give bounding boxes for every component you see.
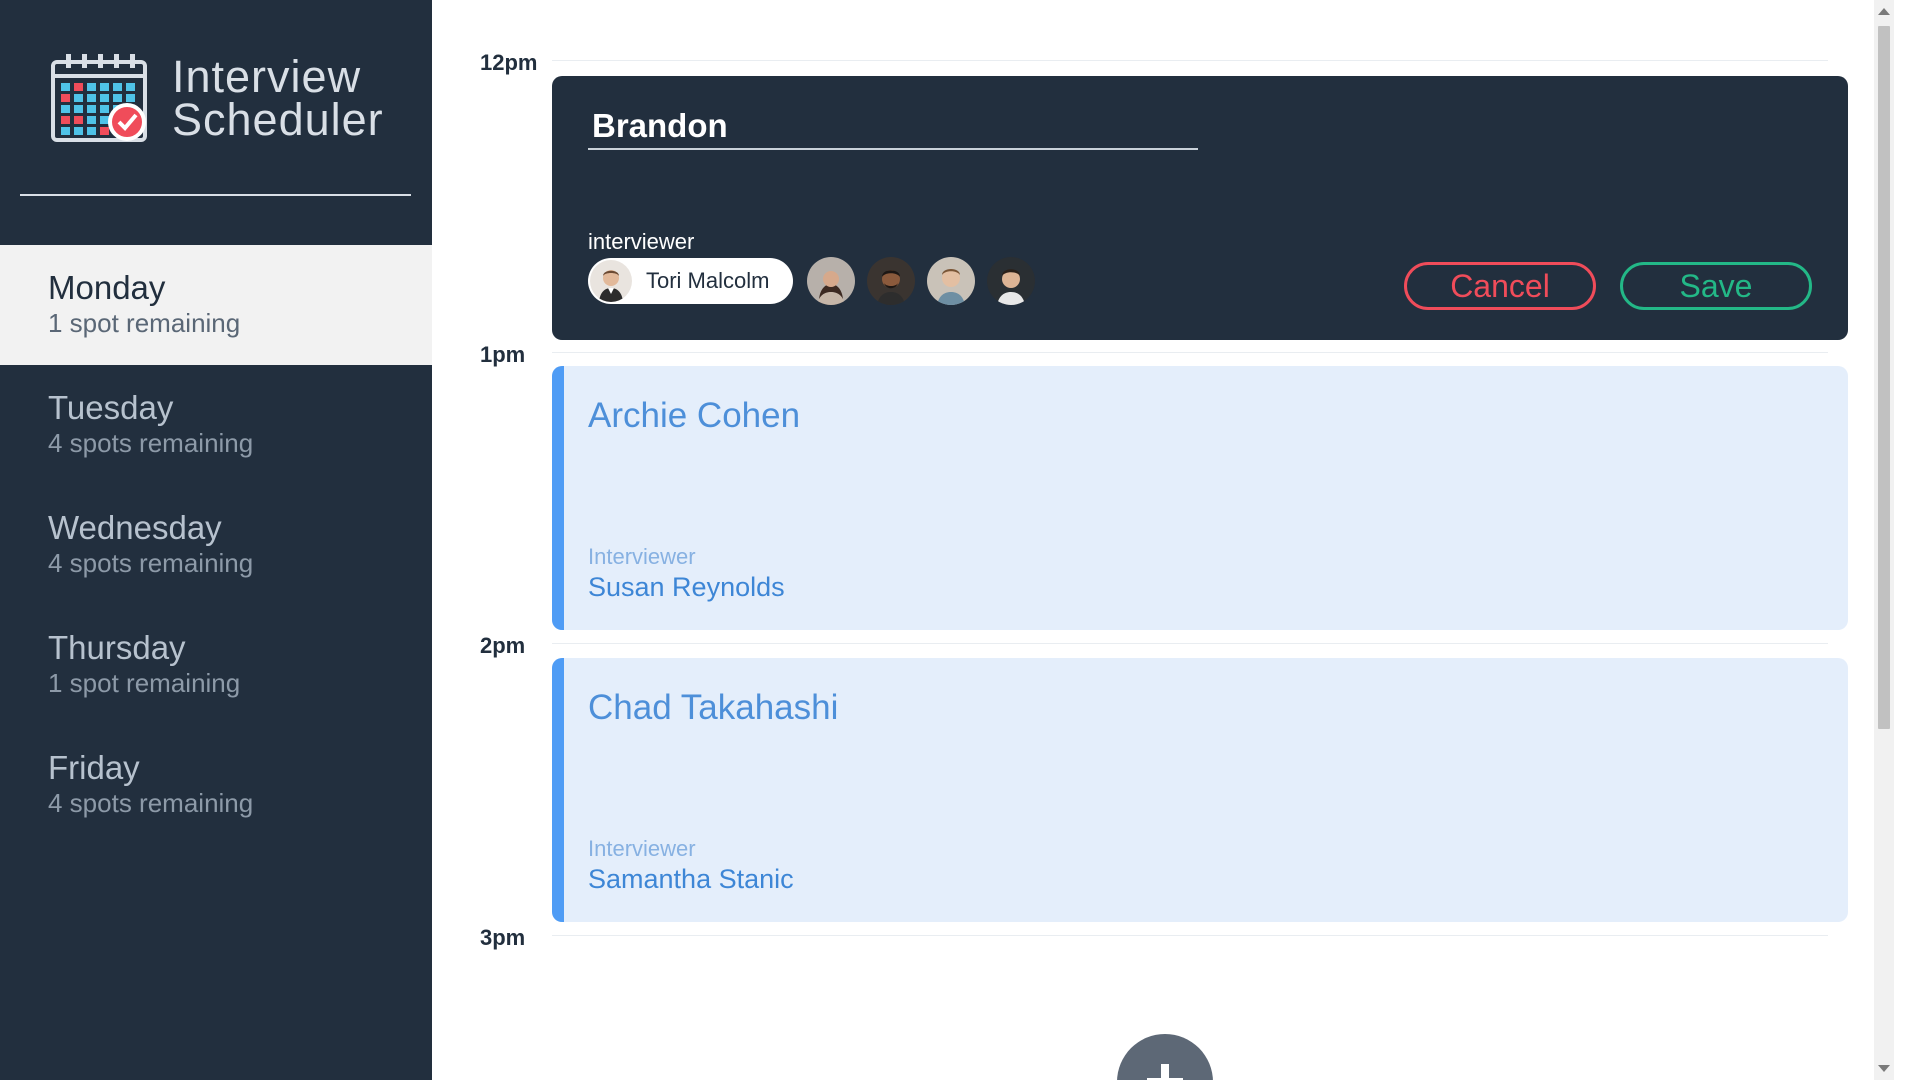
brand: Interview Scheduler	[50, 52, 384, 144]
appointment-interviewer-name: Susan Reynolds	[588, 572, 785, 602]
day-item-friday[interactable]: Friday 4 spots remaining	[0, 725, 432, 845]
interviewer-label: interviewer	[588, 229, 695, 254]
day-name: Thursday	[48, 629, 186, 666]
scroll-up-arrow-icon[interactable]	[1878, 8, 1890, 15]
scroll-down-arrow-icon[interactable]	[1878, 1065, 1890, 1072]
interviewer-avatar-option[interactable]	[987, 257, 1036, 305]
day-list: Monday 1 spot remaining Tuesday 4 spots …	[0, 245, 432, 845]
hour-label-3pm: 3pm	[480, 925, 526, 950]
appointment-interviewer-label: Interviewer	[588, 836, 696, 861]
day-name: Friday	[48, 749, 140, 786]
hour-label-2pm: 2pm	[480, 633, 526, 658]
appointment-accent-bar	[552, 366, 564, 630]
schedule: 12pm 1pm 2pm 3pm interviewer	[432, 0, 1894, 1080]
day-item-tuesday[interactable]: Tuesday 4 spots remaining	[0, 365, 432, 485]
appointment-interviewer-name: Samantha Stanic	[588, 864, 794, 894]
day-item-thursday[interactable]: Thursday 1 spot remaining	[0, 605, 432, 725]
appointment-student-name: Chad Takahashi	[588, 688, 839, 727]
interviewer-avatar-option[interactable]	[807, 257, 856, 305]
appointment-interviewer-label: Interviewer	[588, 544, 696, 569]
day-name: Monday	[48, 269, 166, 306]
day-spots: 1 spot remaining	[48, 668, 241, 698]
day-item-wednesday[interactable]: Wednesday 4 spots remaining	[0, 485, 432, 605]
selected-interviewer-name: Tori Malcolm	[646, 268, 770, 293]
sidebar: Interview Scheduler Monday 1 spot remain…	[0, 0, 432, 1080]
sidebar-divider	[20, 194, 411, 196]
hour-label-1pm: 1pm	[480, 342, 526, 367]
day-spots: 1 spot remaining	[48, 308, 241, 338]
hour-divider	[552, 60, 1828, 61]
save-button[interactable]: Save	[1620, 262, 1812, 310]
appointment-form: interviewer Tori Malcolm	[552, 76, 1848, 340]
interviewer-avatar-option[interactable]	[867, 257, 916, 305]
app-title-line2: Scheduler	[172, 94, 384, 145]
app-title-line1: Interview	[172, 51, 362, 102]
appointment-card[interactable]: Chad Takahashi Interviewer Samantha Stan…	[552, 658, 1848, 922]
day-name: Tuesday	[48, 389, 174, 426]
appointment-card[interactable]: Archie Cohen Interviewer Susan Reynolds	[552, 366, 1848, 630]
hour-label-12pm: 12pm	[480, 50, 538, 75]
scrollbar-thumb[interactable]	[1878, 26, 1890, 729]
interviewer-list: Tori Malcolm	[588, 257, 1047, 305]
appointment-accent-bar	[552, 658, 564, 922]
calendar-check-icon	[50, 52, 148, 144]
appointment-student-name: Archie Cohen	[588, 396, 801, 435]
day-spots: 4 spots remaining	[48, 788, 254, 818]
hour-divider	[552, 935, 1828, 936]
avatar	[590, 260, 632, 302]
day-item-monday[interactable]: Monday 1 spot remaining	[0, 245, 432, 365]
plus-icon	[1147, 1064, 1183, 1080]
day-name: Wednesday	[48, 509, 222, 546]
hour-divider	[552, 643, 1828, 644]
app-title: Interview Scheduler	[172, 51, 384, 145]
interviewer-item-selected[interactable]: Tori Malcolm	[588, 258, 794, 304]
interviewer-avatar-option[interactable]	[927, 257, 976, 305]
vertical-scrollbar[interactable]	[1874, 0, 1894, 1080]
app: Interview Scheduler Monday 1 spot remain…	[0, 0, 1914, 1080]
cancel-button[interactable]: Cancel	[1404, 262, 1596, 310]
day-spots: 4 spots remaining	[48, 548, 254, 578]
student-name-input[interactable]	[588, 104, 1198, 150]
add-appointment-button[interactable]	[1117, 1034, 1213, 1080]
day-spots: 4 spots remaining	[48, 428, 254, 458]
hour-divider	[552, 352, 1828, 353]
